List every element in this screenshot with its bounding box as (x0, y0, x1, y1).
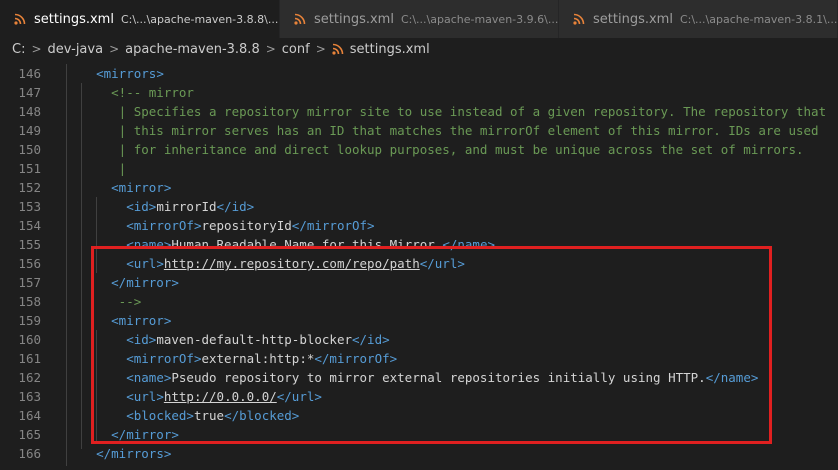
rss-icon (573, 13, 585, 25)
xml-tag: <mirrors> (96, 66, 164, 81)
tab-settings-xml-3-8-1[interactable]: settings.xml C:\...\apache-maven-3.8.1\.… (559, 0, 838, 38)
xml-comment: | Specifies a repository mirror site to … (66, 104, 827, 119)
line-number: 156 (18, 256, 41, 271)
tab-title: settings.xml (314, 11, 394, 27)
line-number: 158 (18, 294, 41, 309)
code-text: </mirrors> (66, 444, 171, 463)
xml-comment: | this mirror serves has an ID that matc… (66, 123, 819, 138)
xml-text (66, 199, 126, 214)
code-line[interactable]: 147 <!-- mirror (0, 83, 838, 102)
chevron-right-icon: > (315, 42, 326, 56)
line-number: 150 (18, 142, 41, 157)
code-line[interactable]: 146 <mirrors> (0, 64, 838, 83)
breadcrumb-item-conf[interactable]: conf (282, 42, 310, 57)
xml-text (66, 218, 126, 233)
breadcrumb-item-file[interactable]: settings.xml (350, 42, 430, 57)
code-text: | for inheritance and direct lookup purp… (66, 140, 804, 159)
xml-text (66, 446, 96, 461)
tab-settings-xml-3-9-6[interactable]: settings.xml C:\...\apache-maven-3.9.6\.… (280, 0, 559, 38)
tab-title: settings.xml (34, 11, 114, 27)
line-number: 155 (18, 237, 41, 252)
editor-tab-bar: settings.xml C:\...\apache-maven-3.8.8\.… (0, 0, 838, 39)
xml-tag: </mirrors> (96, 446, 172, 461)
line-number: 162 (18, 370, 41, 385)
line-number: 147 (18, 85, 41, 100)
line-number: 148 (18, 104, 41, 119)
line-number: 159 (18, 313, 41, 328)
xml-tag: <mirror> (111, 180, 172, 195)
tab-path: C:\...\apache-maven-3.8.1\... (679, 12, 838, 26)
line-number: 160 (18, 332, 41, 347)
code-line[interactable]: 149 | this mirror serves has an ID that … (0, 121, 838, 140)
code-line[interactable]: 150 | for inheritance and direct lookup … (0, 140, 838, 159)
rss-icon (14, 13, 26, 25)
line-number: 146 (18, 66, 41, 81)
line-number: 161 (18, 351, 41, 366)
line-number: 152 (18, 180, 41, 195)
chevron-right-icon: > (31, 42, 42, 56)
rss-icon (294, 13, 306, 25)
code-text: <id>mirrorId</id> (66, 197, 254, 216)
breadcrumb-item-apache-maven[interactable]: apache-maven-3.8.8 (125, 42, 260, 57)
code-line[interactable]: 154 <mirrorOf>repositoryId</mirrorOf> (0, 216, 838, 235)
xml-text (66, 66, 96, 81)
line-number: 149 (18, 123, 41, 138)
code-line[interactable]: 151 | (0, 159, 838, 178)
line-number: 165 (18, 427, 41, 442)
code-text: | Specifies a repository mirror site to … (66, 102, 826, 121)
xml-tag: </mirrorOf> (291, 218, 375, 233)
code-text: <mirrorOf>repositoryId</mirrorOf> (66, 216, 375, 235)
line-number: 153 (18, 199, 41, 214)
code-text: <mirrors> (66, 64, 164, 83)
line-number: 157 (18, 275, 41, 290)
code-line[interactable]: 153 <id>mirrorId</id> (0, 197, 838, 216)
code-text: | (66, 159, 127, 178)
line-number: 151 (18, 161, 41, 176)
xml-text (66, 180, 111, 195)
chevron-right-icon: > (265, 42, 276, 56)
code-text: <!-- mirror (66, 83, 194, 102)
line-number: 164 (18, 408, 41, 423)
xml-comment: | for inheritance and direct lookup purp… (66, 142, 804, 157)
code-line[interactable]: 166 </mirrors> (0, 444, 838, 463)
tab-settings-xml-3-8-8[interactable]: settings.xml C:\...\apache-maven-3.8.8\.… (0, 0, 280, 38)
highlight-box (91, 246, 772, 444)
code-text: | this mirror serves has an ID that matc… (66, 121, 819, 140)
breadcrumb-item-drive[interactable]: C: (12, 42, 25, 57)
xml-comment: <!-- mirror (66, 85, 194, 100)
breadcrumb: C: > dev-java > apache-maven-3.8.8 > con… (0, 38, 838, 60)
code-line[interactable]: 148 | Specifies a repository mirror site… (0, 102, 838, 121)
xml-text: mirrorId (156, 199, 217, 214)
chevron-right-icon: > (109, 42, 120, 56)
tab-path: C:\...\apache-maven-3.8.8\... (120, 12, 279, 26)
xml-comment: | (66, 161, 127, 176)
line-number: 163 (18, 389, 41, 404)
xml-tag: <mirrorOf> (126, 218, 202, 233)
code-text: <mirror> (66, 178, 171, 197)
line-number: 166 (18, 446, 41, 461)
tab-title: settings.xml (593, 11, 673, 27)
rss-icon (332, 43, 344, 55)
xml-tag: </id> (216, 199, 255, 214)
tab-path: C:\...\apache-maven-3.9.6\... (400, 12, 559, 26)
breadcrumb-item-dev-java[interactable]: dev-java (48, 42, 104, 57)
line-number: 154 (18, 218, 41, 233)
code-line[interactable]: 152 <mirror> (0, 178, 838, 197)
xml-text: repositoryId (201, 218, 292, 233)
xml-tag: <id> (126, 199, 157, 214)
